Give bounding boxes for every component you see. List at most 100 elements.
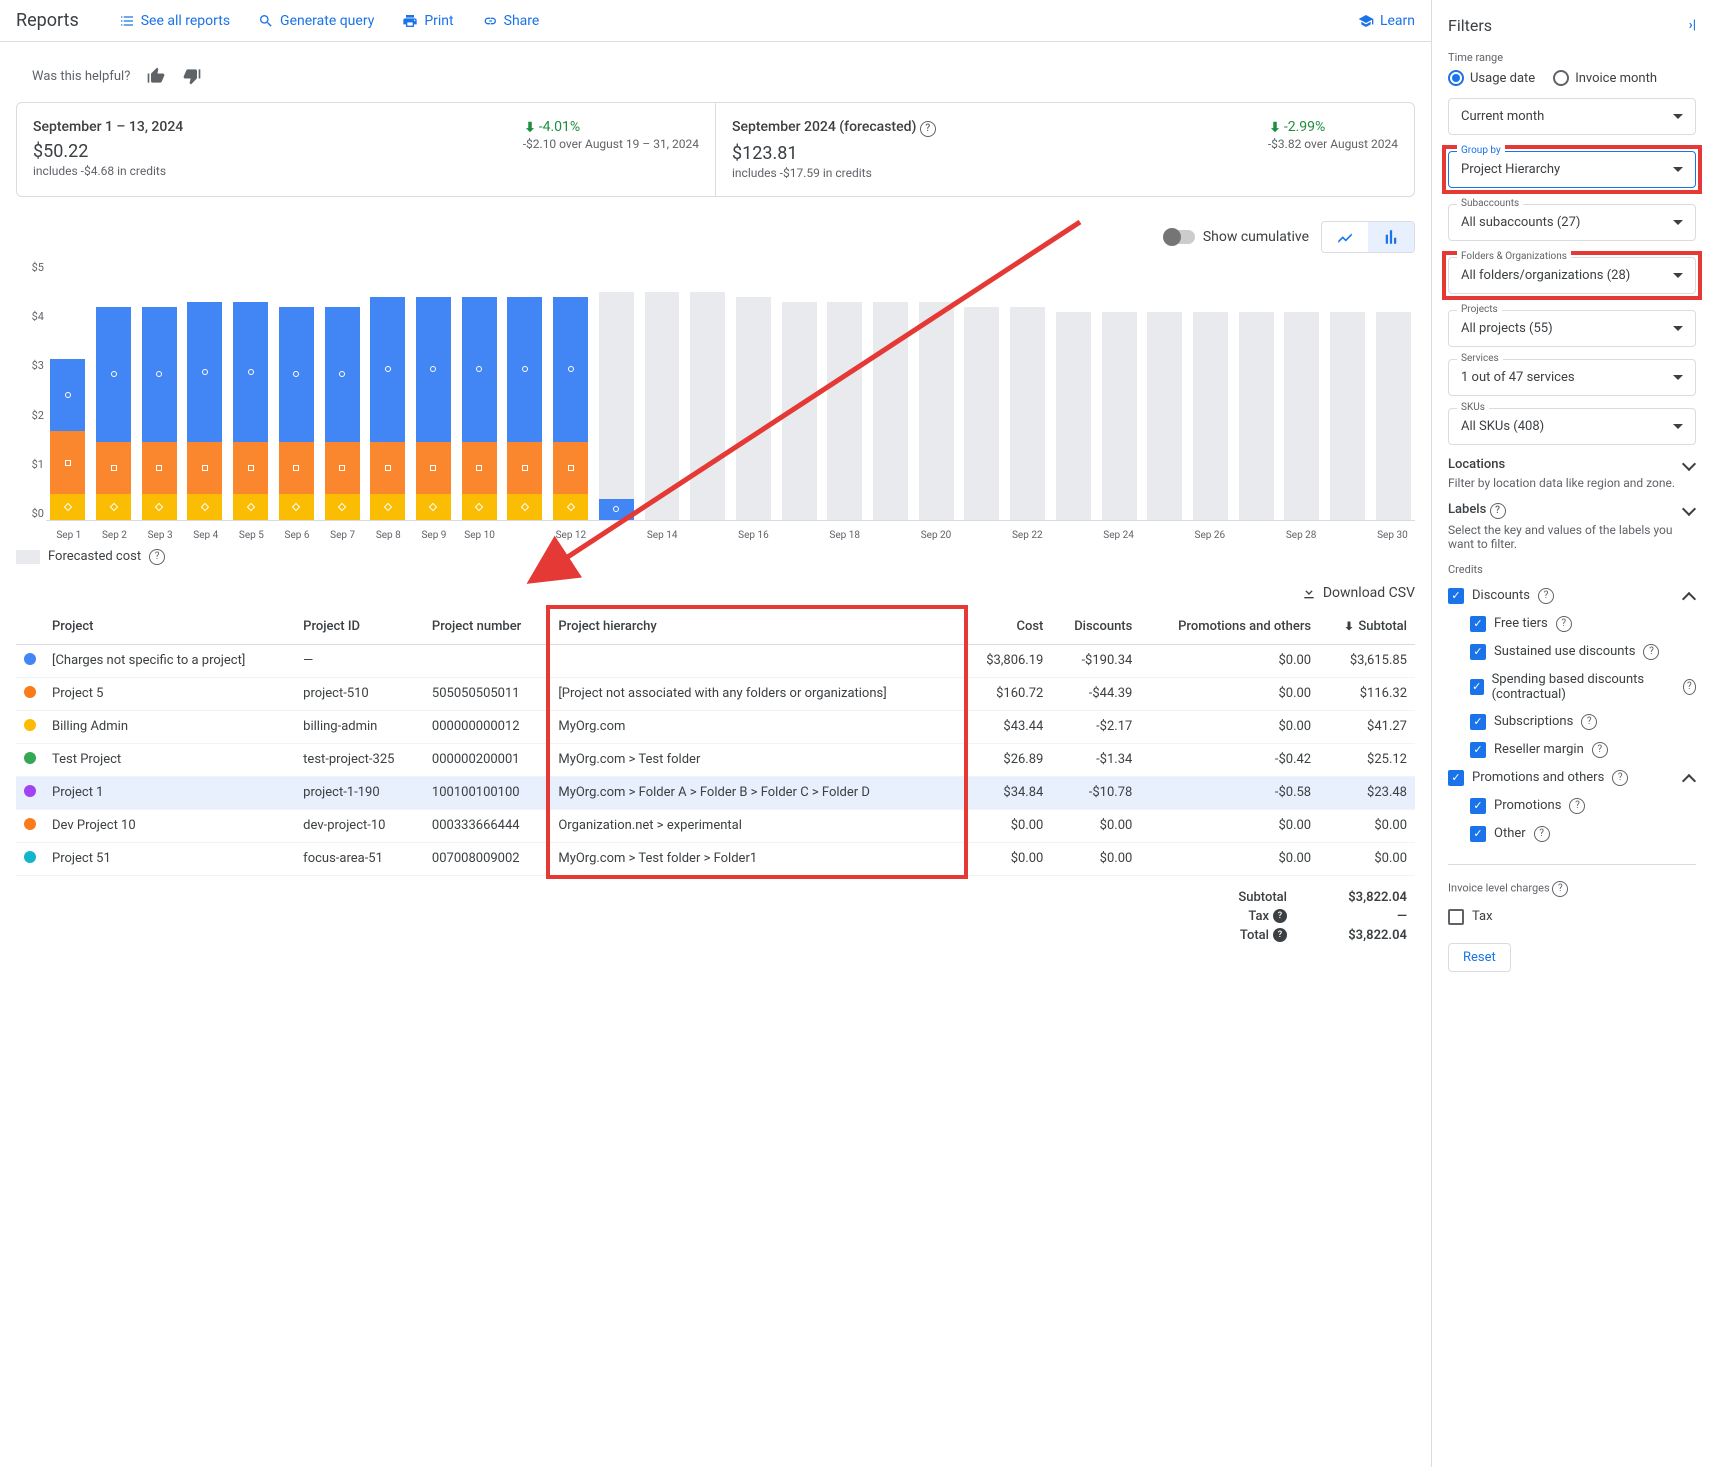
- help-icon[interactable]: ?: [149, 549, 165, 565]
- locations-group[interactable]: Locations: [1448, 457, 1696, 472]
- discounts-checkbox[interactable]: Discounts ?: [1448, 582, 1696, 610]
- group-by-select[interactable]: Group by Project Hierarchy: [1448, 151, 1696, 188]
- generate-query-link[interactable]: Generate query: [258, 13, 374, 29]
- help-icon[interactable]: ?: [920, 121, 936, 137]
- bar-chart-button[interactable]: [1368, 222, 1414, 252]
- cell-project-id: billing-admin: [295, 710, 424, 743]
- spending-checkbox[interactable]: Spending based discounts (contractual) ?: [1448, 666, 1696, 708]
- cell-subtotal: $0.00: [1319, 809, 1415, 842]
- table-row[interactable]: [Charges not specific to a project]—$3,8…: [16, 644, 1415, 677]
- table-row[interactable]: Project 5project-510505050505011[Project…: [16, 677, 1415, 710]
- line-chart-button[interactable]: [1322, 222, 1368, 252]
- help-icon[interactable]: ?: [1538, 588, 1554, 604]
- promotions-checkbox[interactable]: Promotions ?: [1448, 792, 1696, 820]
- chevron-down-icon: [1673, 167, 1683, 172]
- reseller-checkbox[interactable]: Reseller margin ?: [1448, 736, 1696, 764]
- cell-hierarchy: [Project not associated with any folders…: [550, 677, 963, 710]
- thumbs-up-icon[interactable]: [146, 66, 166, 86]
- summary-delta: -4.01%: [523, 119, 699, 135]
- cell-project: Project 51: [44, 842, 295, 875]
- help-icon[interactable]: ?: [1273, 909, 1287, 923]
- bar-column: [686, 261, 730, 520]
- promo-others-checkbox[interactable]: Promotions and others ?: [1448, 764, 1696, 792]
- table-row[interactable]: Project 51focus-area-51007008009002MyOrg…: [16, 842, 1415, 875]
- table-row[interactable]: Project 1project-1-190100100100100MyOrg.…: [16, 776, 1415, 809]
- time-range-select[interactable]: Current month: [1448, 98, 1696, 135]
- services-select[interactable]: Services 1 out of 47 services: [1448, 359, 1696, 396]
- skus-select[interactable]: SKUs All SKUs (408): [1448, 408, 1696, 445]
- reset-button[interactable]: Reset: [1448, 943, 1511, 972]
- col-hierarchy[interactable]: Project hierarchy: [550, 609, 963, 645]
- cell-project-number: 100100100100: [424, 776, 550, 809]
- col-project[interactable]: Project: [44, 609, 295, 645]
- col-promotions[interactable]: Promotions and others: [1140, 609, 1319, 645]
- color-dot: [24, 752, 36, 764]
- checkbox-on-icon: [1448, 770, 1464, 786]
- projects-select[interactable]: Projects All projects (55): [1448, 310, 1696, 347]
- cell-project-number: 505050505011: [424, 677, 550, 710]
- col-project-id[interactable]: Project ID: [295, 609, 424, 645]
- checkbox-on-icon: [1470, 714, 1486, 730]
- usage-date-radio[interactable]: Usage date: [1448, 70, 1535, 86]
- cell-project-id: test-project-325: [295, 743, 424, 776]
- help-icon[interactable]: ?: [1490, 503, 1506, 519]
- cell-hierarchy: [550, 644, 963, 677]
- help-icon[interactable]: ?: [1612, 770, 1628, 786]
- help-icon[interactable]: ?: [1534, 826, 1550, 842]
- folders-select[interactable]: Folders & Organizations All folders/orga…: [1448, 257, 1696, 294]
- checkbox-on-icon: [1470, 616, 1486, 632]
- summary-sub: includes -$17.59 in credits: [732, 166, 936, 180]
- cell-discounts: -$1.34: [1051, 743, 1140, 776]
- download-csv-link[interactable]: Download CSV: [1301, 585, 1415, 601]
- bar-column: [1143, 261, 1187, 520]
- collapse-icon[interactable]: ›|: [1689, 18, 1696, 33]
- tax-checkbox[interactable]: Tax: [1448, 903, 1696, 931]
- help-icon[interactable]: ?: [1552, 881, 1568, 897]
- help-icon[interactable]: ?: [1273, 928, 1287, 942]
- col-subtotal[interactable]: Subtotal: [1319, 609, 1415, 645]
- free-tiers-checkbox[interactable]: Free tiers ?: [1448, 610, 1696, 638]
- color-dot: [24, 719, 36, 731]
- share-link[interactable]: Share: [482, 13, 540, 29]
- color-dot: [24, 785, 36, 797]
- col-discounts[interactable]: Discounts: [1051, 609, 1140, 645]
- subscriptions-checkbox[interactable]: Subscriptions ?: [1448, 708, 1696, 736]
- help-icon[interactable]: ?: [1683, 679, 1696, 695]
- cell-cost: $26.89: [964, 743, 1052, 776]
- link-icon: [482, 13, 498, 29]
- col-cost[interactable]: Cost: [964, 609, 1052, 645]
- bar-column: [457, 261, 501, 520]
- col-project-number[interactable]: Project number: [424, 609, 550, 645]
- grad-cap-icon: [1358, 13, 1374, 29]
- table-row[interactable]: Dev Project 10dev-project-10000333666444…: [16, 809, 1415, 842]
- table-row[interactable]: Test Projecttest-project-325000000200001…: [16, 743, 1415, 776]
- cell-subtotal: $41.27: [1319, 710, 1415, 743]
- help-icon[interactable]: ?: [1643, 644, 1659, 660]
- help-icon[interactable]: ?: [1581, 714, 1597, 730]
- help-icon[interactable]: ?: [1556, 616, 1572, 632]
- labels-group[interactable]: Labels ?: [1448, 502, 1696, 519]
- arrow-down-icon: [1268, 120, 1282, 134]
- print-link[interactable]: Print: [402, 13, 453, 29]
- help-icon[interactable]: ?: [1569, 798, 1585, 814]
- subaccounts-select[interactable]: Subaccounts All subaccounts (27): [1448, 204, 1696, 241]
- learn-link[interactable]: Learn: [1358, 13, 1415, 29]
- sustained-checkbox[interactable]: Sustained use discounts ?: [1448, 638, 1696, 666]
- bar-column: [777, 261, 821, 520]
- cell-hierarchy: MyOrg.com > Folder A > Folder B > Folder…: [550, 776, 963, 809]
- cell-project-id: focus-area-51: [295, 842, 424, 875]
- cell-subtotal: $116.32: [1319, 677, 1415, 710]
- show-cumulative-toggle[interactable]: Show cumulative: [1165, 229, 1309, 245]
- summary-title: September 2024 (forecasted) ?: [732, 119, 936, 137]
- cell-discounts: -$10.78: [1051, 776, 1140, 809]
- bar-column: [1280, 261, 1324, 520]
- see-all-reports-link[interactable]: See all reports: [119, 13, 230, 29]
- other-checkbox[interactable]: Other ?: [1448, 820, 1696, 848]
- invoice-month-radio[interactable]: Invoice month: [1553, 70, 1657, 86]
- table-row[interactable]: Billing Adminbilling-admin000000000012My…: [16, 710, 1415, 743]
- helpful-row: Was this helpful?: [16, 58, 1415, 102]
- help-icon[interactable]: ?: [1592, 742, 1608, 758]
- chevron-down-icon: [1673, 424, 1683, 429]
- summary-delta: -2.99%: [1268, 119, 1398, 135]
- thumbs-down-icon[interactable]: [182, 66, 202, 86]
